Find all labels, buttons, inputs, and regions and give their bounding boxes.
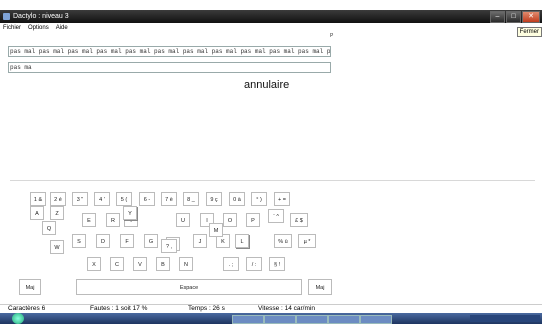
minimize-button[interactable]: – <box>490 11 505 23</box>
time-elapsed: Temps : 26 s <box>188 305 225 312</box>
status-bar: Caractères 6 Fautes : 1 soit 17 % Temps … <box>0 304 542 313</box>
key-b[interactable]: B <box>156 257 170 271</box>
taskbar-item-3[interactable] <box>296 315 328 324</box>
menu-bar: Fichier Options Aide <box>0 23 542 33</box>
key-space[interactable]: Espace <box>76 279 302 295</box>
taskbar-item-2[interactable] <box>264 315 296 324</box>
key-x[interactable]: X <box>87 257 101 271</box>
key-pound[interactable]: £ $ <box>290 213 308 227</box>
typing-input-line[interactable]: pas ma <box>8 62 331 73</box>
key-e[interactable]: E <box>82 213 96 227</box>
key-maj-left[interactable]: Maj <box>19 279 41 295</box>
window-controls: – □ ✕ <box>490 11 540 23</box>
key-f[interactable]: F <box>120 234 134 248</box>
key-5[interactable]: 5 ( <box>116 192 132 206</box>
close-button[interactable]: ✕ <box>522 11 540 23</box>
key-degree[interactable]: ° ) <box>251 192 267 206</box>
title-bar: Dactylo : niveau 3 – □ ✕ <box>0 10 542 23</box>
key-6[interactable]: 6 - <box>139 192 155 206</box>
key-8[interactable]: 8 _ <box>183 192 199 206</box>
key-l[interactable]: L <box>235 234 249 248</box>
key-1[interactable]: 1 & <box>30 192 46 206</box>
key-n[interactable]: N <box>179 257 193 271</box>
key-semicolon[interactable]: . ; <box>223 257 239 271</box>
key-maj-right[interactable]: Maj <box>308 279 332 295</box>
window-title: Dactylo : niveau 3 <box>13 13 69 20</box>
key-3[interactable]: 3 " <box>72 192 88 206</box>
key-a[interactable]: A <box>30 206 44 220</box>
taskbar-item-4[interactable] <box>328 315 360 324</box>
key-circumflex[interactable]: ¨ ^ <box>268 209 284 223</box>
key-9[interactable]: 9 ç <box>206 192 222 206</box>
menu-options[interactable]: Options <box>28 25 49 31</box>
key-z[interactable]: Z <box>50 206 64 220</box>
characters-count: Caractères 6 <box>8 305 46 312</box>
key-u-grave[interactable]: % ù <box>274 234 292 248</box>
key-q[interactable]: Q <box>42 221 56 235</box>
system-tray <box>470 315 540 322</box>
start-button[interactable] <box>12 313 24 324</box>
key-mu[interactable]: µ * <box>298 234 316 248</box>
taskbar <box>0 313 542 324</box>
key-colon[interactable]: / : <box>246 257 262 271</box>
taskbar-item-5[interactable] <box>360 315 392 324</box>
key-o[interactable]: O <box>223 213 237 227</box>
key-j[interactable]: J <box>193 234 207 248</box>
key-comma[interactable]: ? , <box>161 239 177 253</box>
menu-fichier[interactable]: Fichier <box>3 25 21 31</box>
key-g[interactable]: G <box>144 234 158 248</box>
key-7[interactable]: 7 è <box>161 192 177 206</box>
finger-hint-word: annulaire <box>244 79 290 91</box>
maximize-button[interactable]: □ <box>506 11 521 23</box>
typing-speed: Vitesse : 14 car/min <box>258 305 315 312</box>
key-w[interactable]: W <box>50 240 64 254</box>
key-u[interactable]: U <box>176 213 190 227</box>
key-p[interactable]: P <box>246 213 260 227</box>
key-s[interactable]: S <box>72 234 86 248</box>
key-y[interactable]: Y <box>123 206 137 220</box>
key-4[interactable]: 4 ' <box>94 192 110 206</box>
key-2[interactable]: 2 é <box>50 192 66 206</box>
key-m[interactable]: M <box>209 223 223 237</box>
key-0[interactable]: 0 à <box>229 192 245 206</box>
key-exclamation[interactable]: § ! <box>269 257 285 271</box>
key-r[interactable]: R <box>106 213 120 227</box>
model-text-line: pas mal pas mal pas mal pas mal pas mal … <box>8 46 331 57</box>
menu-aide[interactable]: Aide <box>56 25 68 31</box>
app-icon <box>3 13 10 20</box>
key-d[interactable]: D <box>96 234 110 248</box>
key-v[interactable]: V <box>133 257 147 271</box>
key-plus[interactable]: + = <box>274 192 290 206</box>
virtual-keyboard: 1 & 2 é 3 " 4 ' 5 ( 6 - 7 è 8 _ 9 ç 0 à … <box>10 180 535 296</box>
key-c[interactable]: C <box>110 257 124 271</box>
taskbar-item-1[interactable] <box>232 315 264 324</box>
p-marker: P <box>330 33 334 39</box>
errors-count: Fautes : 1 soit 17 % <box>90 305 148 312</box>
